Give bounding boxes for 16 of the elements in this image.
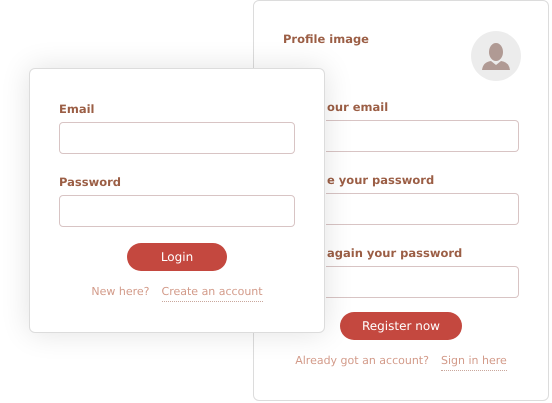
input-field[interactable]: [326, 120, 519, 152]
field-label: Password: [59, 174, 121, 190]
profile-image-label: Profile image: [283, 31, 369, 47]
register-button[interactable]: Register now: [340, 312, 462, 340]
prompt-text: New here?: [91, 284, 150, 300]
input-field[interactable]: [59, 122, 295, 154]
input-field[interactable]: [326, 266, 519, 298]
prompt-text: Already got an account?: [295, 353, 429, 369]
field-label: our email: [327, 99, 388, 115]
input-field[interactable]: [326, 193, 519, 225]
avatar-icon[interactable]: [471, 31, 521, 81]
field-label: again your password: [327, 245, 462, 261]
field-label: Email: [59, 101, 94, 117]
input-field[interactable]: [59, 195, 295, 227]
login-button[interactable]: Login: [127, 243, 227, 271]
field-label: e your password: [327, 172, 434, 188]
